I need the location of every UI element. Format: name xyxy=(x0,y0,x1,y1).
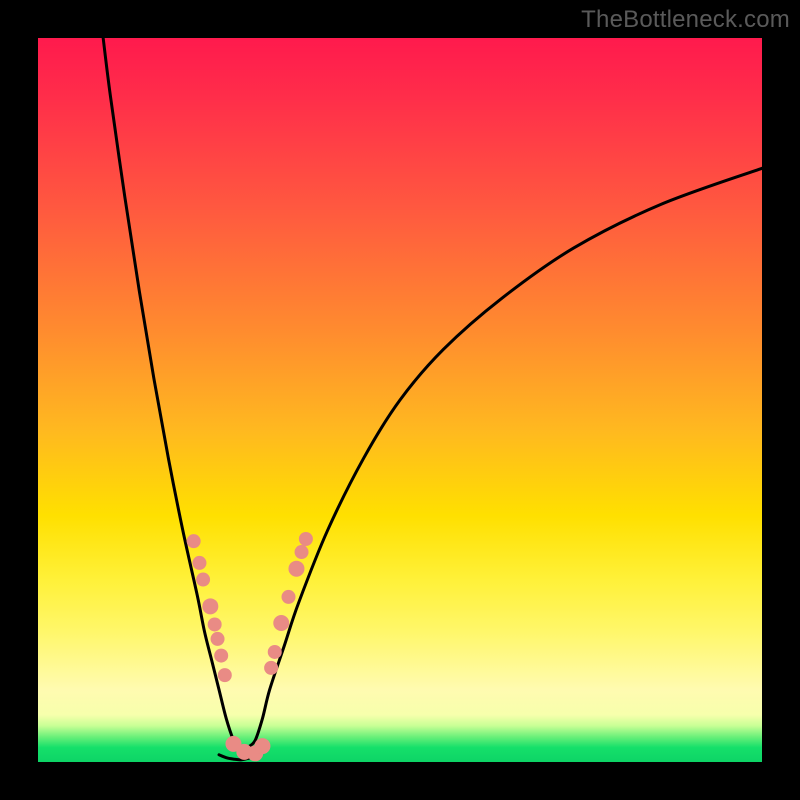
watermark-text: TheBottleneck.com xyxy=(581,6,790,34)
data-marker xyxy=(211,632,225,646)
data-marker xyxy=(273,615,289,631)
data-marker xyxy=(295,545,309,559)
marker-layer xyxy=(187,532,313,761)
curve-layer xyxy=(103,38,762,760)
data-marker xyxy=(254,738,270,754)
data-marker xyxy=(264,661,278,675)
plot-area xyxy=(38,38,762,762)
data-marker xyxy=(288,561,304,577)
chart-container: TheBottleneck.com xyxy=(0,0,800,800)
data-marker xyxy=(196,573,210,587)
data-marker xyxy=(299,532,313,546)
data-marker xyxy=(208,617,222,631)
data-marker xyxy=(202,598,218,614)
chart-svg xyxy=(38,38,762,762)
series-left-curve xyxy=(103,38,241,755)
data-marker xyxy=(192,556,206,570)
series-right-curve xyxy=(241,168,762,754)
data-marker xyxy=(268,645,282,659)
data-marker xyxy=(282,590,296,604)
data-marker xyxy=(214,649,228,663)
data-marker xyxy=(218,668,232,682)
data-marker xyxy=(187,534,201,548)
